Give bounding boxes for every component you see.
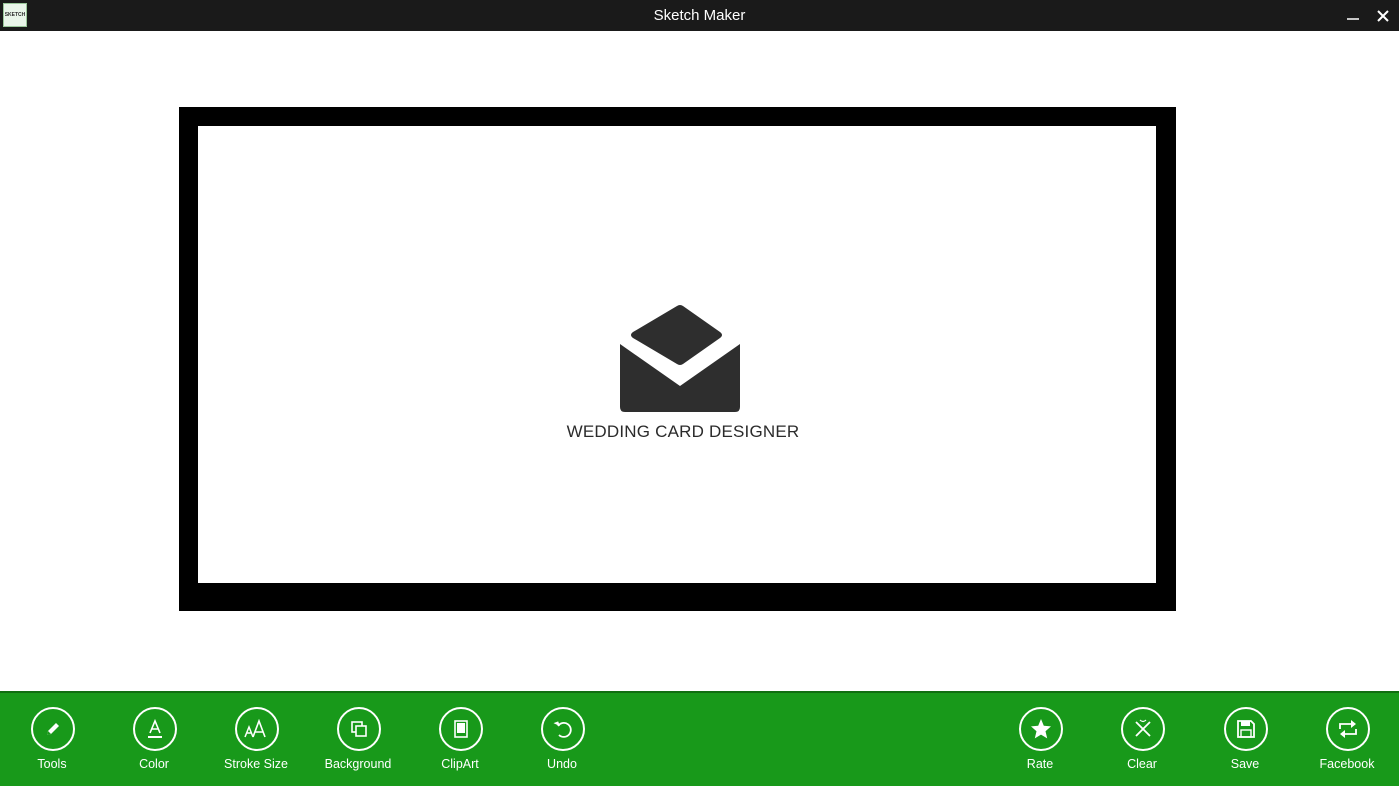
app-logo: WEDDING CARD DESIGNER [198, 126, 1156, 583]
save-label: Save [1230, 757, 1260, 771]
rate-button[interactable]: Rate [990, 707, 1090, 779]
facebook-label: Facebook [1319, 757, 1375, 771]
close-icon [1377, 9, 1389, 22]
undo-icon [553, 721, 572, 738]
background-label: Background [324, 757, 392, 771]
drawing-canvas[interactable]: WEDDING CARD DESIGNER [198, 126, 1156, 583]
save-button[interactable]: Save [1195, 707, 1295, 779]
stroke-size-button[interactable]: Stroke Size [206, 707, 306, 779]
rate-label: Rate [1026, 757, 1054, 771]
tools-label: Tools [37, 757, 67, 771]
minimize-button[interactable] [1336, 0, 1370, 31]
clear-icon [1135, 719, 1151, 737]
background-button[interactable]: Background [308, 707, 408, 779]
undo-label: Undo [547, 757, 577, 771]
minimize-icon [1347, 17, 1359, 20]
facebook-button[interactable]: Facebook [1297, 707, 1397, 779]
clear-button[interactable]: Clear [1092, 707, 1192, 779]
pencil-icon [47, 723, 59, 735]
undo-button[interactable]: Undo [512, 707, 612, 779]
tools-button[interactable]: Tools [2, 707, 102, 779]
tablet-icon [454, 720, 468, 738]
font-color-icon [148, 718, 162, 738]
logo-text: WEDDING CARD DESIGNER [566, 422, 800, 441]
canvas-frame: WEDDING CARD DESIGNER [179, 107, 1176, 611]
stroke-size-label: Stroke Size [224, 757, 288, 771]
envelope-icon [620, 305, 740, 412]
share-icon [1339, 720, 1357, 738]
clear-label: Clear [1127, 757, 1157, 771]
close-button[interactable] [1366, 0, 1399, 31]
color-button[interactable]: Color [104, 707, 204, 779]
clipart-label: ClipArt [441, 757, 479, 771]
window-title: Sketch Maker [653, 7, 746, 24]
save-icon [1237, 720, 1255, 738]
font-size-icon [244, 719, 266, 738]
app-bar: Tools Color Stroke Size Background ClipA… [0, 691, 1399, 786]
title-bar: SKETCH Sketch Maker [0, 0, 1399, 31]
layers-icon [351, 721, 367, 737]
color-label: Color [139, 757, 169, 771]
star-icon [1031, 719, 1051, 739]
clipart-button[interactable]: ClipArt [410, 707, 510, 779]
